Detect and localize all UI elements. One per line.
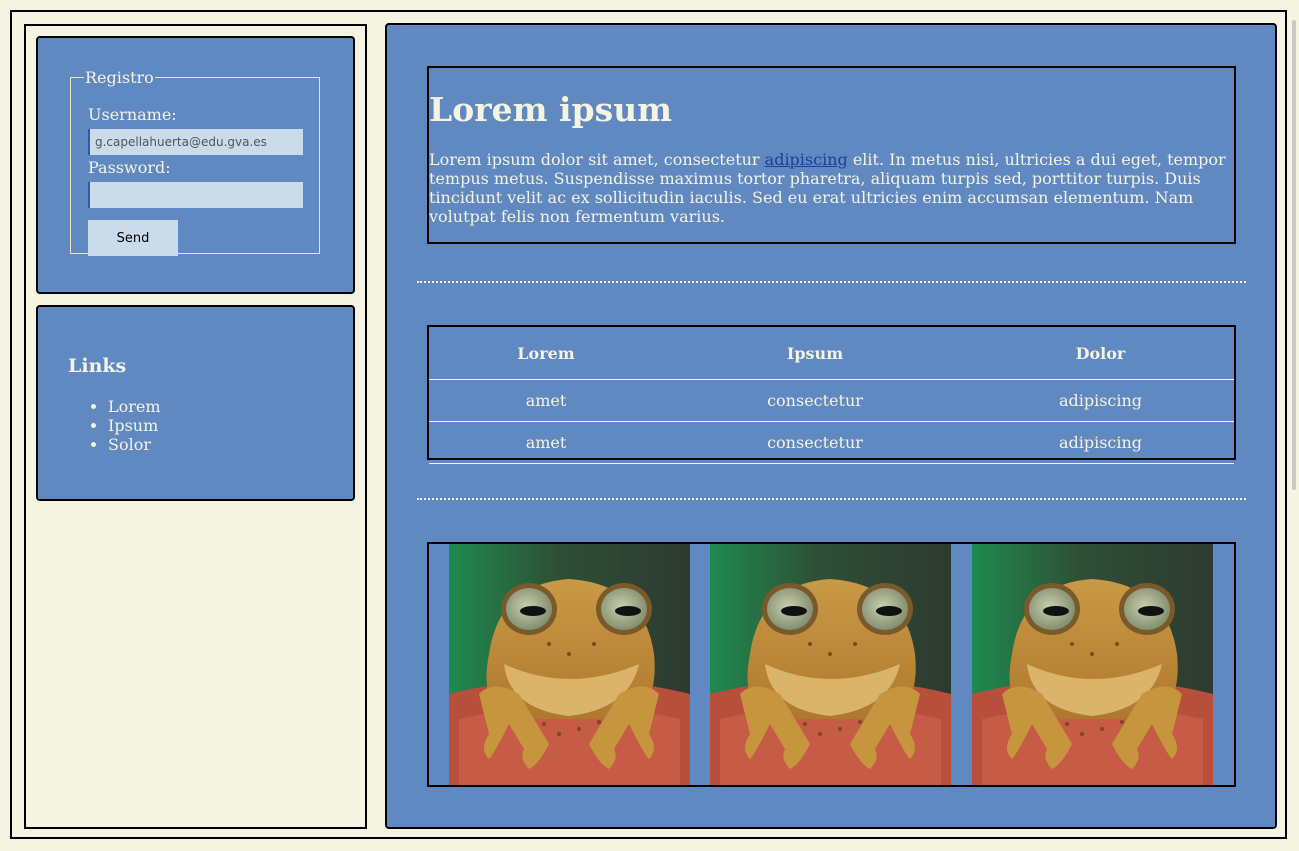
article-box: Lorem ipsum Lorem ipsum dolor sit amet, … [427,66,1236,244]
main-content: Lorem ipsum Lorem ipsum dolor sit amet, … [385,23,1277,829]
links-panel: Links Lorem Ipsum Solor [36,305,355,501]
sidebar: Registro Username: Password: Send Links … [24,24,367,829]
frog-image [972,544,1213,785]
data-table: Lorem Ipsum Dolor amet consectetur adipi… [429,327,1234,464]
scrollbar[interactable] [1292,20,1296,490]
dotted-divider [417,281,1246,283]
frog-image [710,544,951,785]
username-label: Username: [88,105,177,124]
table-header-row: Lorem Ipsum Dolor [429,327,1234,380]
table-cell: consectetur [663,421,967,464]
links-title: Links [68,355,127,377]
link-item-ipsum[interactable]: Ipsum [108,416,161,435]
links-list: Lorem Ipsum Solor [68,397,161,454]
link-item-lorem[interactable]: Lorem [108,397,161,416]
table-header-dolor: Dolor [967,327,1234,380]
article-text: Lorem ipsum dolor sit amet, consectetur … [429,150,1234,226]
adipiscing-link[interactable]: adipiscing [765,150,848,169]
table-cell: adipiscing [967,379,1234,422]
table-cell: consectetur [663,379,967,422]
dotted-divider [417,498,1246,500]
login-legend: Registro [85,68,154,87]
login-panel: Registro Username: Password: Send [36,36,355,294]
table-cell: amet [429,379,663,422]
page-frame: Registro Username: Password: Send Links … [10,10,1287,839]
table-cell: amet [429,421,663,464]
frog-image [449,544,690,785]
table-row: amet consectetur adipiscing [429,421,1234,464]
link-item-solor[interactable]: Solor [108,435,161,454]
table-cell: adipiscing [967,421,1234,464]
table-header-ipsum: Ipsum [663,327,967,380]
data-table-box: Lorem Ipsum Dolor amet consectetur adipi… [427,325,1236,464]
image-gallery [427,542,1236,787]
table-row: amet consectetur adipiscing [429,379,1234,422]
login-fieldset: Registro Username: Password: Send [70,68,320,256]
send-button[interactable]: Send [88,220,178,256]
article-title: Lorem ipsum [429,90,673,129]
password-input[interactable] [88,182,303,208]
table-header-lorem: Lorem [429,327,663,380]
password-label: Password: [88,158,171,177]
username-input[interactable] [88,129,303,155]
article-text-start: Lorem ipsum dolor sit amet, consectetur [429,150,765,169]
